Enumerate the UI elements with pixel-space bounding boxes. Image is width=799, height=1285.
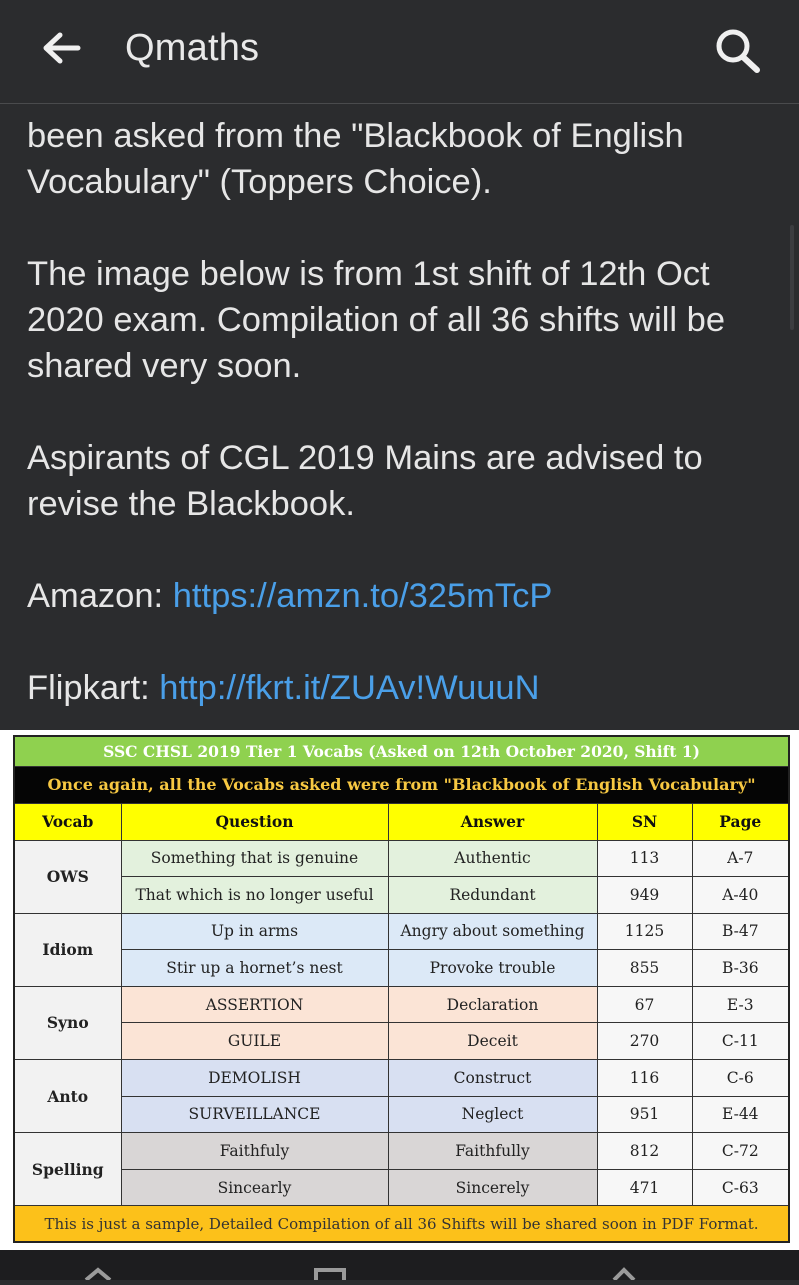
answer-cell: Faithfully bbox=[387, 1132, 598, 1170]
question-cell: ASSERTION bbox=[120, 985, 389, 1024]
table-row: Idiom Up in arms Angry about something 1… bbox=[13, 912, 790, 987]
category-cell: Idiom bbox=[13, 912, 122, 987]
sn-cell: 1125 bbox=[596, 912, 693, 951]
table-title: SSC CHSL 2019 Tier 1 Vocabs (Asked on 12… bbox=[13, 735, 790, 767]
arrow-left-icon bbox=[43, 32, 81, 64]
table-row: SURVEILLANCE Neglect 951 E-44 bbox=[14, 1095, 790, 1134]
page-cell: B-36 bbox=[691, 949, 790, 987]
answer-cell: Declaration bbox=[387, 985, 598, 1024]
page-cell: A-40 bbox=[691, 876, 790, 914]
column-header: Page bbox=[691, 802, 790, 841]
page-cell: E-44 bbox=[691, 1095, 790, 1134]
post-paragraph: The image below is from 1st shift of 12t… bbox=[27, 255, 726, 385]
table-subtitle: Once again, all the Vocabs asked were fr… bbox=[13, 765, 790, 804]
answer-cell: Sincerely bbox=[387, 1168, 598, 1207]
system-nav-bar bbox=[0, 1250, 799, 1285]
sn-cell: 67 bbox=[596, 985, 693, 1024]
category-cell: Spelling bbox=[13, 1132, 122, 1207]
column-header: SN bbox=[596, 802, 693, 841]
question-cell: That which is no longer useful bbox=[120, 876, 389, 914]
post-body: been asked from the "Blackbook of Englis… bbox=[27, 113, 777, 711]
table-row: Syno ASSERTION Declaration 67 E-3 bbox=[13, 985, 790, 1061]
search-button[interactable] bbox=[712, 26, 762, 74]
back-button[interactable] bbox=[40, 28, 84, 68]
page-title: Qmaths bbox=[125, 27, 260, 69]
sn-cell: 270 bbox=[596, 1022, 693, 1061]
vocab-table: SSC CHSL 2019 Tier 1 Vocabs (Asked on 12… bbox=[13, 735, 791, 1243]
table-row: Stir up a hornet’s nest Provoke trouble … bbox=[14, 949, 790, 987]
page-cell: A-7 bbox=[691, 839, 790, 878]
amazon-link[interactable]: https://amzn.to/325mTcP bbox=[173, 577, 553, 615]
page-cell: C-63 bbox=[691, 1168, 790, 1207]
question-cell: Faithfuly bbox=[120, 1132, 389, 1170]
nav-buttons-icon[interactable] bbox=[0, 1250, 799, 1285]
answer-cell: Authentic bbox=[387, 839, 598, 878]
answer-cell: Deceit bbox=[387, 1022, 598, 1061]
table-row: Sincearly Sincerely 471 C-63 bbox=[14, 1168, 790, 1207]
category-cell: OWS bbox=[13, 839, 122, 914]
column-header: Vocab bbox=[13, 802, 122, 841]
sn-cell: 951 bbox=[596, 1095, 693, 1134]
post-paragraph: Aspirants of CGL 2019 Mains are advised … bbox=[27, 439, 703, 523]
post-paragraph: been asked from the "Blackbook of Englis… bbox=[27, 117, 684, 201]
app-bar: Qmaths bbox=[0, 0, 799, 104]
question-cell: Sincearly bbox=[120, 1168, 389, 1207]
question-cell: Stir up a hornet’s nest bbox=[120, 949, 389, 987]
amazon-line: Amazon: https://amzn.to/325mTcP bbox=[27, 573, 777, 619]
category-cell: Anto bbox=[13, 1059, 122, 1134]
amazon-label: Amazon: bbox=[27, 577, 173, 615]
table-row: Anto DEMOLISH Construct 116 C-6 bbox=[13, 1059, 790, 1134]
page-cell: E-3 bbox=[691, 985, 790, 1024]
answer-cell: Angry about something bbox=[387, 912, 598, 951]
column-header: Question bbox=[120, 802, 389, 841]
flipkart-line: Flipkart: http://fkrt.it/ZUAv!WuuuN bbox=[27, 665, 777, 711]
question-cell: DEMOLISH bbox=[120, 1059, 389, 1097]
page-cell: C-11 bbox=[691, 1022, 790, 1061]
table-row: OWS Something that is genuine Authentic … bbox=[13, 839, 790, 914]
sn-cell: 116 bbox=[596, 1059, 693, 1097]
flipkart-link[interactable]: http://fkrt.it/ZUAv!WuuuN bbox=[159, 669, 539, 707]
answer-cell: Neglect bbox=[387, 1095, 598, 1134]
question-cell: Something that is genuine bbox=[120, 839, 389, 878]
page-cell: C-72 bbox=[691, 1132, 790, 1170]
sn-cell: 471 bbox=[596, 1168, 693, 1207]
sn-cell: 113 bbox=[596, 839, 693, 878]
question-cell: SURVEILLANCE bbox=[120, 1095, 389, 1134]
flipkart-label: Flipkart: bbox=[27, 669, 160, 707]
post-image[interactable]: SSC CHSL 2019 Tier 1 Vocabs (Asked on 12… bbox=[0, 730, 799, 1250]
scrollbar-thumb[interactable] bbox=[790, 225, 794, 330]
answer-cell: Construct bbox=[387, 1059, 598, 1097]
answer-cell: Redundant bbox=[387, 876, 598, 914]
table-row: GUILE Deceit 270 C-11 bbox=[14, 1022, 790, 1061]
page-cell: B-47 bbox=[691, 912, 790, 951]
table-row: Spelling Faithfuly Faithfully 812 C-72 bbox=[13, 1132, 790, 1207]
question-cell: Up in arms bbox=[120, 912, 389, 951]
answer-cell: Provoke trouble bbox=[387, 949, 598, 987]
page-cell: C-6 bbox=[691, 1059, 790, 1097]
sn-cell: 855 bbox=[596, 949, 693, 987]
search-icon bbox=[716, 29, 760, 73]
question-cell: GUILE bbox=[120, 1022, 389, 1061]
sn-cell: 949 bbox=[596, 876, 693, 914]
sn-cell: 812 bbox=[596, 1132, 693, 1170]
table-row: That which is no longer useful Redundant… bbox=[14, 876, 790, 914]
table-footer-note: This is just a sample, Detailed Compilat… bbox=[13, 1205, 790, 1243]
column-header: Answer bbox=[387, 802, 598, 841]
category-cell: Syno bbox=[13, 985, 122, 1061]
